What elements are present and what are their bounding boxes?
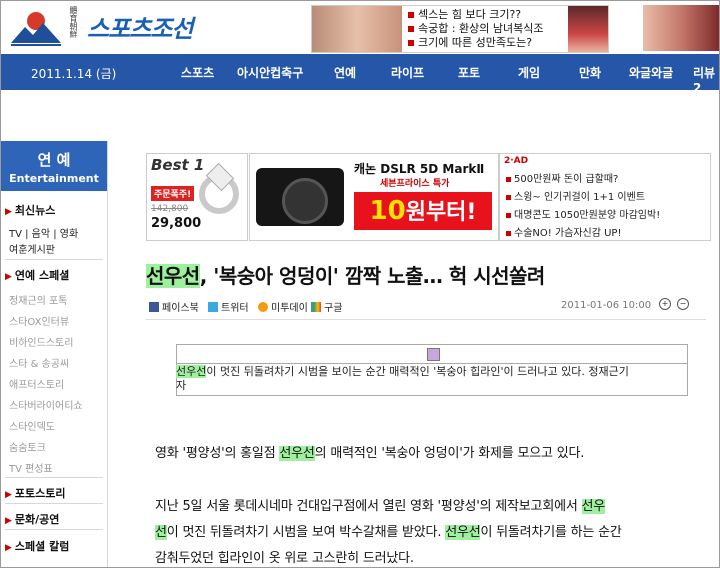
sidebar-section-culture[interactable]: ▶ 문화/공연 — [5, 511, 59, 527]
sidebar-link[interactable]: 정재근의 포톡 — [9, 292, 67, 307]
nav-item-asiancup[interactable]: 아시안컵축구 — [237, 64, 303, 81]
ad-best-title: Best 1 — [151, 156, 205, 174]
nav-item-sports[interactable]: 스포츠 — [181, 64, 214, 81]
nav-item-game[interactable]: 게임 — [518, 64, 540, 81]
sidebar-header[interactable]: 연 예 Entertainment — [1, 141, 107, 191]
ad-camera-title: 캐논 DSLR 5D MarkⅡ — [354, 162, 485, 176]
divider — [5, 529, 103, 530]
sidebar-link[interactable]: 숨숨토크 — [9, 439, 46, 454]
sidebar-section-photostory[interactable]: ▶ 포토스토리 — [5, 485, 66, 501]
camera-lens-icon — [282, 178, 328, 224]
article-photo[interactable] — [176, 344, 688, 364]
sidebar-link[interactable]: 스타 & 송공씨 — [9, 355, 69, 370]
zoom-out-icon[interactable]: − — [677, 298, 689, 310]
me2day-icon — [258, 302, 268, 312]
sidebar-section-column[interactable]: ▶ 스페셜 칼럼 — [5, 538, 69, 554]
sidebar-link[interactable]: 스타버라이어티쇼 — [9, 397, 83, 412]
canon-camera-ad[interactable]: 캐논 DSLR 5D MarkⅡ 세븐프라이스 특가 10원부터! — [249, 153, 499, 241]
arrow-icon: ▶ — [5, 207, 12, 217]
facebook-icon — [149, 302, 159, 312]
site-header: 體育朝鮮 스포츠조선 섹스는 힘 보다 크기?? 속궁합 : 환상의 남녀복식조… — [1, 1, 719, 53]
ad-line[interactable]: 섹스는 힘 보다 크기?? — [408, 8, 544, 22]
share-google[interactable]: 구글 — [311, 299, 342, 314]
arrow-icon: ▶ — [5, 490, 12, 500]
ad-price: 29,800 — [151, 216, 202, 231]
share-me2day[interactable]: 미투데이 — [258, 299, 308, 314]
google-icon — [311, 302, 321, 312]
mountain-logo-icon[interactable] — [11, 7, 61, 47]
ad-list-item[interactable]: 스윙~ 인기귀걸이 1+1 이벤트 — [506, 188, 645, 203]
zoom-in-icon[interactable]: + — [659, 298, 671, 310]
nav-item-comics[interactable]: 만화 — [579, 64, 601, 81]
divider — [5, 477, 103, 478]
divider — [146, 319, 706, 320]
sidebar-link[interactable]: TV | 음악 | 영화 — [9, 225, 78, 240]
sidebar-link[interactable]: TV 편성표 — [9, 460, 53, 475]
article-date: 2011-01-06 10:00 — [561, 300, 652, 311]
logo-vertical-text: 體育朝鮮 — [69, 6, 78, 38]
site-logo[interactable]: 스포츠조선 — [87, 9, 193, 44]
ad-line[interactable]: 속궁합 : 환상의 남녀복식조 — [408, 22, 544, 36]
ad-camera-subtitle: 세븐프라이스 특가 — [380, 179, 450, 189]
broken-image-icon — [427, 348, 440, 361]
article-paragraph: 지난 5일 서울 롯데시네마 건대입구점에서 열린 영화 '평양성'의 제작보고… — [155, 499, 622, 566]
nav-item-entertainment[interactable]: 연예 — [334, 64, 356, 81]
nav-item-life[interactable]: 라이프 — [391, 64, 424, 81]
arrow-icon: ▶ — [5, 272, 12, 282]
sidebar-link[interactable]: 애프터스토리 — [9, 376, 64, 391]
best1-ring-ad[interactable]: Best 1 주문폭주! 142,800 29,800 — [146, 153, 248, 241]
ad-list-item[interactable]: 수술NO! 가슴자신감 UP! — [506, 224, 621, 239]
share-twitter[interactable]: 트위터 — [208, 299, 249, 314]
ad-list-item[interactable]: 500만원짜 돈이 급할때? — [506, 170, 618, 185]
ad-photo-far-right[interactable] — [643, 5, 719, 51]
ad-photo-left — [312, 6, 402, 52]
title-highlight: 선우선 — [146, 264, 200, 288]
ad-line[interactable]: 크기에 따른 성만족도는? — [408, 36, 544, 50]
sidebar-link[interactable]: 스타인덱도 — [9, 418, 55, 433]
sidebar-link[interactable]: 여훈게시판 — [9, 241, 55, 256]
ad-list-item[interactable]: 대명콘도 1050만원분양 마감임박! — [506, 206, 660, 221]
ad-old-price: 142,800 — [151, 204, 189, 214]
browser-page: 體育朝鮮 스포츠조선 섹스는 힘 보다 크기?? 속궁합 : 환상의 남녀복식조… — [0, 0, 720, 568]
ad-camera-price: 10원부터! — [354, 192, 492, 230]
ad-photo-right — [568, 6, 608, 52]
ad-tag: 2·AD — [504, 156, 529, 166]
article-paragraph: 영화 '평양성'의 홍일점 선우선의 매력적인 '복숭아 엉덩이'가 화제를 모… — [155, 446, 585, 461]
nav-item-waglewagle[interactable]: 와글와글 — [629, 64, 673, 81]
text-ad-list: 2·AD 500만원짜 돈이 급할때? 스윙~ 인기귀걸이 1+1 이벤트 대명… — [499, 153, 711, 241]
divider — [5, 259, 103, 260]
sidebar-link[interactable]: 비하인드스토리 — [9, 334, 73, 349]
divider — [5, 503, 103, 504]
share-facebook[interactable]: 페이스북 — [149, 299, 199, 314]
arrow-icon: ▶ — [5, 516, 12, 526]
article-title: 선우선, '복숭아 엉덩이' 깜짝 노출… 헉 시선쏠려 — [146, 264, 545, 288]
ad-badge: 주문폭주! — [151, 186, 195, 201]
sidebar-link[interactable]: 스타OX인터뷰 — [9, 313, 69, 328]
main-nav: 2011.1.14 (금) 스포츠 아시안컵축구 연예 라이프 포토 게임 만화… — [1, 54, 719, 95]
sidebar-title: 연 예 — [37, 151, 71, 169]
sidebar-section-latest[interactable]: ▶ 최신뉴스 — [5, 202, 55, 218]
top-banner-ad[interactable]: 섹스는 힘 보다 크기?? 속궁합 : 환상의 남녀복식조 크기에 따른 성만족… — [311, 5, 609, 53]
photo-caption: 선우선이 멋진 뒤돌려차기 시범을 보이는 순간 매력적인 '복숭아 힙라인'이… — [176, 365, 629, 392]
twitter-icon — [208, 302, 218, 312]
sidebar-section-special[interactable]: ▶ 연예 스페셜 — [5, 267, 69, 283]
sidebar-subtitle: Entertainment — [9, 172, 99, 185]
nav-item-review[interactable]: 리뷰2 — [693, 64, 719, 95]
nav-item-photo[interactable]: 포토 — [458, 64, 480, 81]
arrow-icon: ▶ — [5, 543, 12, 553]
current-date: 2011.1.14 (금) — [31, 67, 117, 81]
sidebar: 연 예 Entertainment ▶ 최신뉴스 TV | 음악 | 영화 여훈게… — [1, 141, 108, 567]
